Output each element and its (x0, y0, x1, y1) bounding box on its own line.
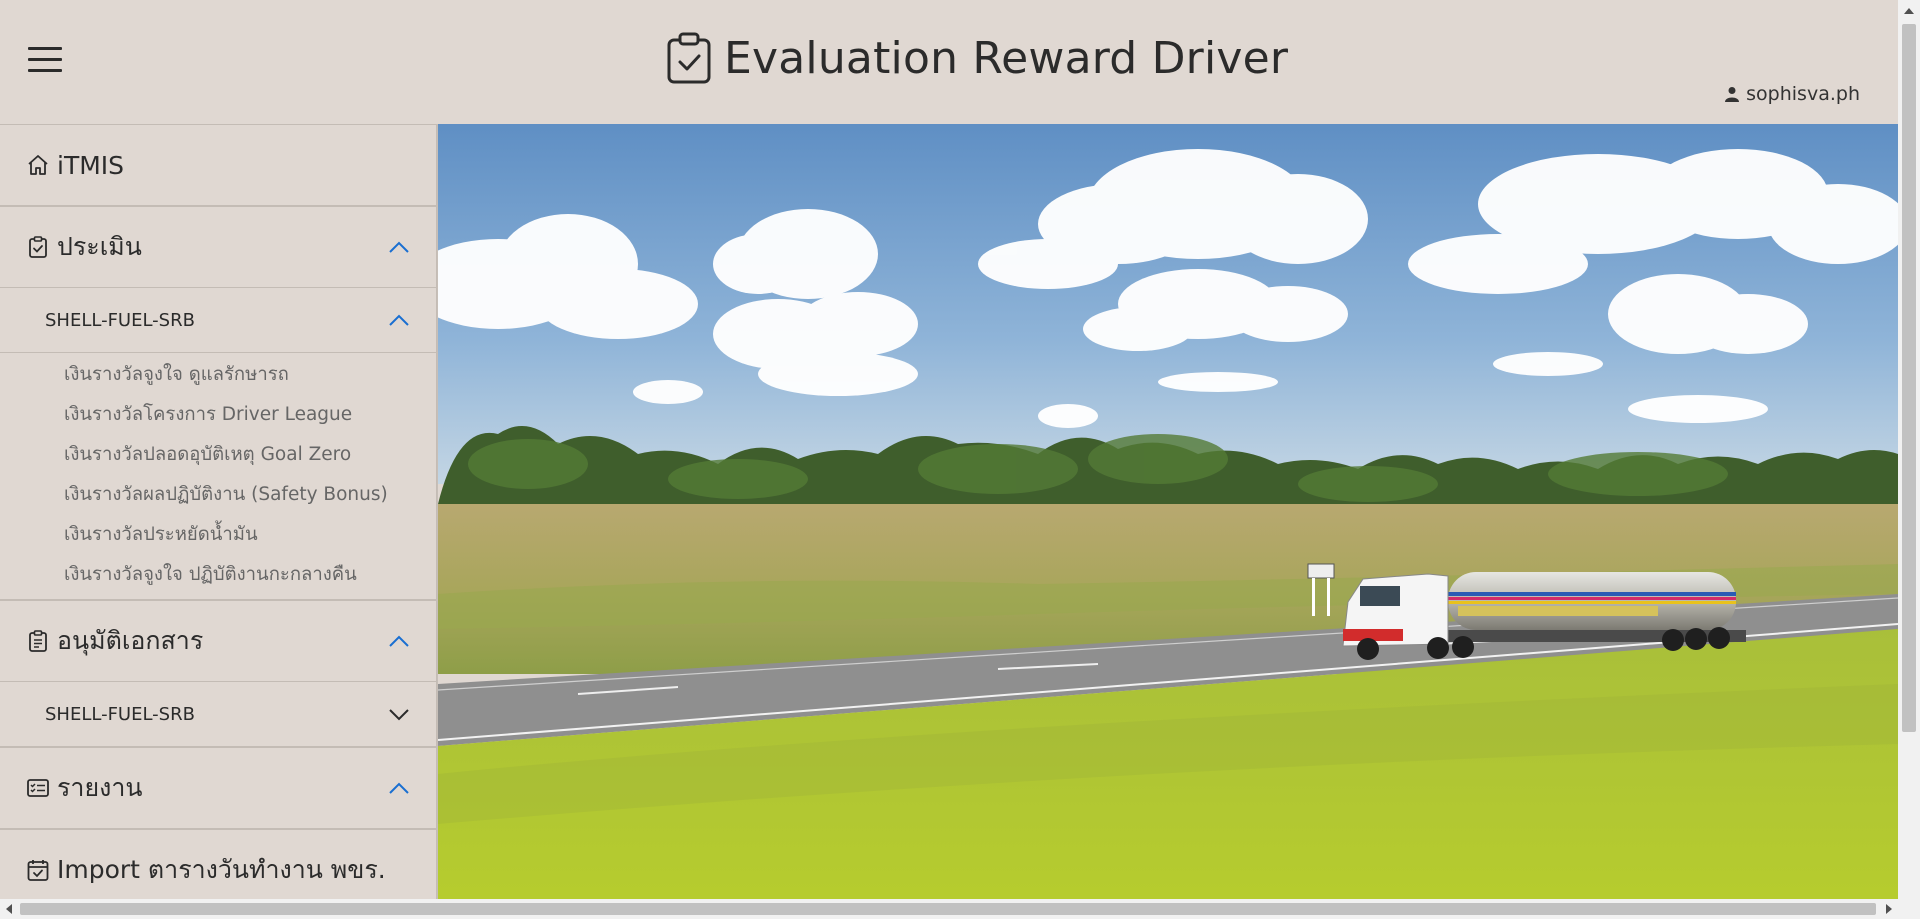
horizontal-scroll-thumb[interactable] (20, 903, 1876, 915)
sidebar-section-evaluate: ประเมิน SHELL-FUEL-SRB เงินรางวัลจูงใจ ด… (0, 206, 437, 600)
calendar-check-icon (27, 860, 49, 881)
sidebar-section-approve: อนุมัติเอกสาร SHELL-FUEL-SRB (0, 600, 437, 747)
clipboard-check-icon (29, 236, 47, 258)
sidebar-group-label: SHELL-FUEL-SRB (45, 309, 195, 331)
scroll-right-arrow-icon[interactable] (1886, 904, 1892, 914)
sidebar: iTMIS ประเมิน SHELL-FUEL-SRB เงินรางวัลจ… (0, 124, 438, 899)
hero-image-fuel-tanker-truck (438, 124, 1898, 899)
list-card-icon (27, 779, 49, 797)
sidebar-section-report: รายงาน (0, 747, 437, 829)
vertical-scrollbar[interactable] (1898, 0, 1920, 919)
top-bar: Evaluation Reward Driver sophisva.ph (0, 0, 1898, 124)
horizontal-scrollbar[interactable] (0, 899, 1898, 919)
sidebar-link-driver-league-reward[interactable]: เงินรางวัลโครงการ Driver League (0, 395, 436, 435)
page-title: Evaluation Reward Driver (666, 28, 1288, 88)
sidebar-item-report[interactable]: รายงาน (0, 748, 436, 828)
menu-toggle-icon[interactable] (28, 45, 62, 75)
hero-image (438, 124, 1898, 899)
sidebar-item-approve[interactable]: อนุมัติเอกสาร (0, 601, 436, 681)
sidebar-section-itmis: iTMIS (0, 124, 437, 206)
sidebar-item-label: อนุมัติเอกสาร (57, 626, 204, 655)
sidebar-item-itmis[interactable]: iTMIS (0, 125, 436, 205)
sidebar-group-label: SHELL-FUEL-SRB (45, 703, 195, 725)
sidebar-item-label: ประเมิน (57, 232, 142, 261)
clipboard-check-icon (667, 32, 711, 84)
chevron-up-icon[interactable] (388, 781, 410, 795)
sidebar-link-goal-zero-reward[interactable]: เงินรางวัลปลอดอุบัติเหตุ Goal Zero (0, 435, 436, 475)
scroll-left-arrow-icon[interactable] (6, 904, 12, 914)
chevron-up-icon[interactable] (388, 634, 410, 648)
sidebar-item-label: Import ตารางวันทำงาน พขร. (57, 855, 386, 884)
sidebar-item-import-schedule[interactable]: Import ตารางวันทำงาน พขร. (0, 830, 436, 899)
clipboard-document-icon (29, 630, 47, 652)
sidebar-link-vehicle-care-reward[interactable]: เงินรางวัลจูงใจ ดูแลรักษารถ (0, 355, 436, 395)
sidebar-link-fuel-saving-reward[interactable]: เงินรางวัลประหยัดน้ำมัน (0, 515, 436, 555)
sidebar-item-evaluate[interactable]: ประเมิน (0, 207, 436, 287)
sidebar-link-safety-bonus-reward[interactable]: เงินรางวัลผลปฏิบัติงาน (Safety Bonus) (0, 475, 436, 515)
scroll-up-arrow-icon[interactable] (1904, 8, 1914, 14)
sidebar-submenu: เงินรางวัลจูงใจ ดูแลรักษารถ เงินรางวัลโค… (0, 353, 436, 599)
sidebar-group-shell-fuel-srb[interactable]: SHELL-FUEL-SRB (0, 681, 436, 746)
chevron-up-icon[interactable] (388, 240, 410, 254)
app-title: Evaluation Reward Driver (724, 32, 1289, 84)
username: sophisva.ph (1746, 83, 1860, 105)
sidebar-item-label: iTMIS (57, 150, 125, 180)
sidebar-group-shell-fuel-srb[interactable]: SHELL-FUEL-SRB (0, 287, 436, 353)
user-menu[interactable]: sophisva.ph (1724, 83, 1860, 105)
sidebar-section-import: Import ตารางวันทำงาน พขร. (0, 829, 437, 899)
sidebar-item-label: รายงาน (57, 773, 143, 802)
home-icon (28, 155, 48, 175)
chevron-down-icon[interactable] (388, 707, 410, 721)
sidebar-link-night-shift-reward[interactable]: เงินรางวัลจูงใจ ปฏิบัติงานกะกลางคืน (0, 555, 436, 595)
vertical-scroll-thumb[interactable] (1902, 24, 1916, 732)
user-icon (1725, 87, 1740, 102)
chevron-up-icon[interactable] (388, 313, 410, 327)
